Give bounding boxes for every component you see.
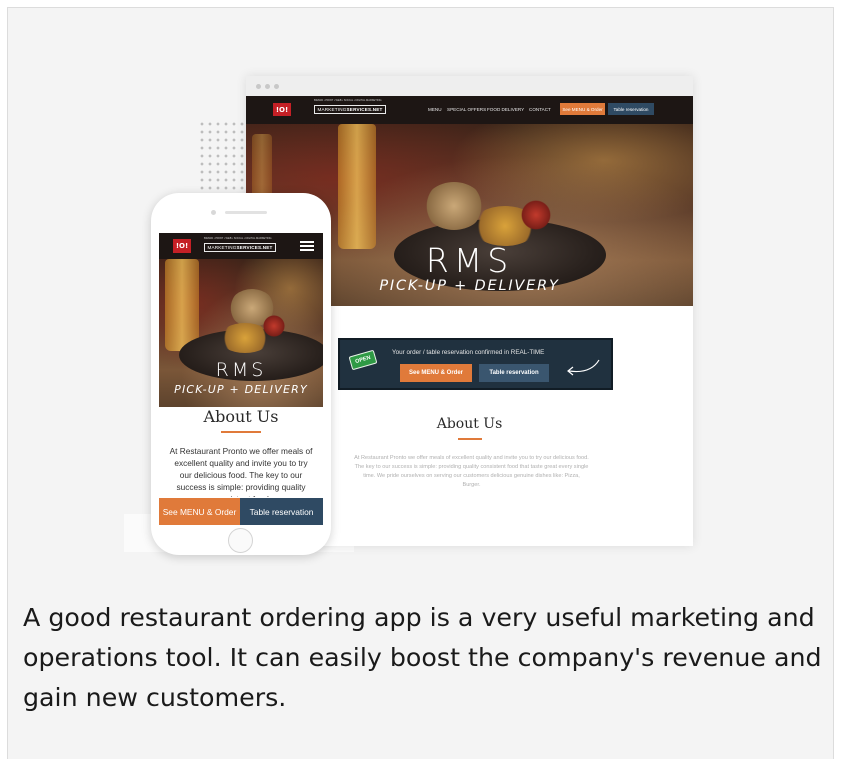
brand-logo-wordmark[interactable]: MARKETING SERVICES.NET	[314, 105, 386, 114]
curved-arrow-icon	[567, 359, 600, 376]
mobile-phone-mockup: !O! MARKETING SERVICES.NET BRAND • PRINT …	[151, 193, 331, 555]
order-confirmation-text: Your order / table reservation confirmed…	[392, 349, 545, 356]
brand-logo-wordmark[interactable]: MARKETING SERVICES.NET	[204, 243, 276, 252]
window-dot-icon	[265, 84, 270, 89]
nav-link-contact[interactable]: CONTACT	[529, 107, 551, 112]
window-dot-icon	[274, 84, 279, 89]
nav-link-special-offers[interactable]: SPECIAL OFFERS	[447, 107, 486, 112]
brand-tagline: BRAND • PRINT • WEB • SOCIAL • DIGITAL M…	[204, 237, 272, 240]
mobile-hero-banner: RMS PICK-UP + DELIVERY	[159, 259, 323, 407]
brand-word-bold: SERVICES.NET	[346, 107, 383, 112]
window-dot-icon	[256, 84, 261, 89]
phone-home-button	[228, 528, 253, 553]
mobile-hero-title: RMS	[215, 359, 267, 381]
phone-speaker	[225, 211, 267, 214]
phone-camera-icon	[211, 210, 216, 215]
mobile-hero-subtitle: PICK-UP + DELIVERY	[174, 383, 308, 396]
order-menu-button[interactable]: See MENU & Order	[400, 364, 472, 382]
beer-glass-image	[165, 259, 199, 351]
tomato-image	[521, 200, 551, 230]
content-card: !O! MARKETING SERVICES.NET BRAND • PRINT …	[7, 7, 834, 759]
mobile-about-underline	[221, 431, 261, 433]
beer-glass-image	[338, 124, 376, 249]
nav-table-reservation-button[interactable]: Table reservation	[608, 103, 654, 115]
decorative-dot-grid	[198, 120, 246, 196]
mobile-menu-order-button[interactable]: See MENU & Order	[159, 498, 240, 525]
nav-link-menu[interactable]: MENU	[428, 107, 442, 112]
brand-word-regular: MARKETING	[317, 107, 347, 112]
nav-menu-order-button[interactable]: See MENU & Order	[560, 103, 605, 115]
mobile-about-title: About Us	[203, 407, 279, 426]
nav-link-food-delivery[interactable]: FOOD DELIVERY	[487, 107, 524, 112]
brand-word-bold: SERVICES.NET	[236, 245, 273, 250]
brand-logo-mark[interactable]: !O!	[173, 239, 191, 253]
tomato-image	[263, 315, 285, 337]
caption-text: A good restaurant ordering app is a very…	[23, 603, 822, 712]
brand-logo-mark[interactable]: !O!	[273, 103, 291, 116]
browser-title-bar	[246, 76, 693, 96]
open-sign-icon: OPEN	[348, 349, 378, 371]
mobile-about-text: At Restaurant Pronto we offer meals of e…	[169, 446, 313, 497]
order-confirmation-box: OPEN Your order / table reservation conf…	[338, 338, 613, 390]
desktop-about-underline	[458, 438, 482, 440]
mockup-illustration: !O! MARKETING SERVICES.NET BRAND • PRINT …	[8, 8, 835, 578]
mobile-site-nav: !O! MARKETING SERVICES.NET BRAND • PRINT …	[159, 233, 323, 259]
phone-screen: !O! MARKETING SERVICES.NET BRAND • PRINT …	[159, 233, 323, 525]
brand-tagline: BRAND • PRINT • WEB • SOCIAL • DIGITAL M…	[314, 99, 382, 102]
hamburger-menu-icon[interactable]	[300, 241, 314, 251]
order-table-reservation-button[interactable]: Table reservation	[479, 364, 549, 382]
desktop-site-nav: !O! MARKETING SERVICES.NET BRAND • PRINT …	[246, 96, 693, 124]
desktop-about-text: At Restaurant Pronto we offer meals of e…	[354, 455, 589, 488]
brand-word-regular: MARKETING	[207, 245, 237, 250]
mobile-table-reservation-button[interactable]: Table reservation	[240, 498, 323, 525]
